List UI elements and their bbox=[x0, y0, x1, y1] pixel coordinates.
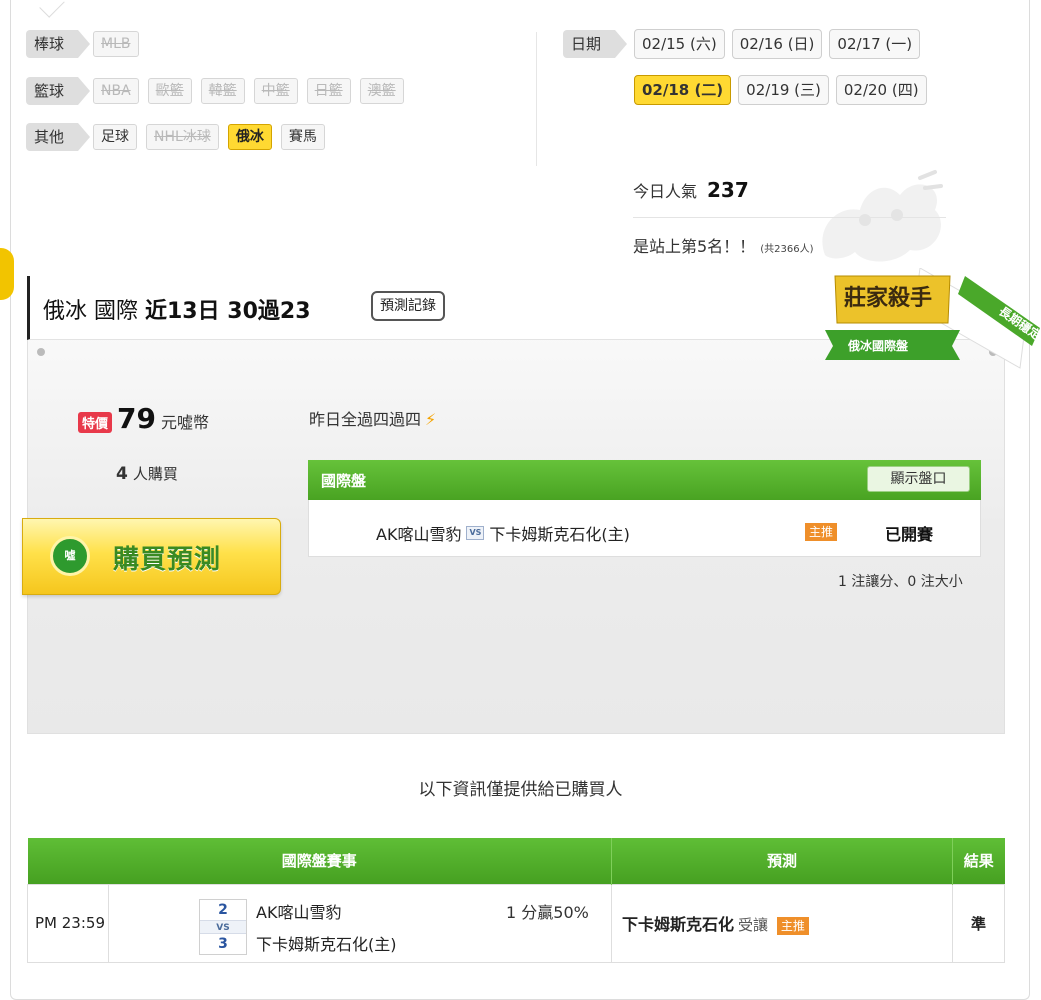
rank-label: 是站上第5名！！ bbox=[633, 237, 756, 256]
buy-prediction-button[interactable]: 噓 購買預測 bbox=[22, 518, 281, 595]
header-match: 國際盤賽事 bbox=[27, 838, 612, 884]
buyers-count: 4 人購買 bbox=[116, 463, 178, 484]
prediction-main-badge: 主推 bbox=[776, 917, 809, 935]
decorative-figure-icon bbox=[822, 170, 943, 262]
price-value: 79 bbox=[117, 402, 156, 435]
sport-tab-horse-racing[interactable]: 賽馬 bbox=[280, 124, 325, 150]
rank-text: 是站上第5名！！ (共2366人) bbox=[633, 233, 814, 257]
date-label-wrap: 日期 bbox=[563, 30, 628, 58]
main-pick-badge: 主推 bbox=[805, 523, 838, 541]
spread-result: 1 分贏50% bbox=[506, 902, 589, 922]
yesterday-text: 昨日全過四過四 bbox=[309, 410, 422, 429]
score-away: 2 bbox=[218, 901, 228, 918]
boo-coin-icon: 噓 bbox=[50, 536, 90, 576]
score-box: 2 VS 3 bbox=[199, 898, 247, 955]
price-block: 特價 79 元噓幣 bbox=[78, 402, 209, 435]
lightning-icon: ⚡ bbox=[425, 410, 437, 429]
score-vs-icon: VS bbox=[200, 919, 246, 934]
rivet-left bbox=[37, 348, 45, 356]
popularity: 今日人氣 237 bbox=[633, 178, 749, 202]
result-cell: 準 bbox=[952, 883, 1005, 963]
sport-tab-australia-basketball[interactable]: 澳籃 bbox=[359, 78, 404, 104]
page-title: 俄冰 國際 近13日 30過23 bbox=[43, 293, 311, 325]
sport-tab-mlb[interactable]: MLB bbox=[93, 31, 139, 57]
date-0220[interactable]: 02/20 (四) bbox=[835, 75, 927, 105]
rank-total: (共2366人) bbox=[760, 244, 814, 255]
market-team-away: AK喀山雪豹 bbox=[376, 525, 462, 544]
buyers-label: 人購買 bbox=[132, 465, 178, 483]
popularity-value: 237 bbox=[707, 178, 749, 202]
team-away: AK喀山雪豹 bbox=[256, 902, 342, 922]
match-time: PM 23:59 bbox=[27, 883, 109, 963]
category-row-basketball: 籃球 NBA 歐籃 韓籃 中籃 日籃 澳籃 bbox=[26, 77, 404, 105]
sport-tab-nba[interactable]: NBA bbox=[93, 78, 139, 104]
category-label-basketball: 籃球 bbox=[26, 77, 91, 105]
bets-summary: 1 注讓分、0 注大小 bbox=[838, 574, 963, 590]
market-matchup: AK喀山雪豹 VS 下卡姆斯克石化(主) bbox=[376, 521, 630, 545]
buy-prediction-label: 購買預測 bbox=[113, 545, 222, 575]
date-0216[interactable]: 02/16 (日) bbox=[731, 29, 823, 59]
results-table: 國際盤賽事 預測 結果 PM 23:59 2 VS 3 AK喀山雪豹 下卡姆斯克… bbox=[27, 838, 1005, 963]
prediction-team: 下卡姆斯克石化 bbox=[622, 915, 735, 934]
side-coin-decoration bbox=[0, 248, 14, 300]
table-row: PM 23:59 2 VS 3 AK喀山雪豹 下卡姆斯克石化(主) 1 分贏50… bbox=[27, 883, 1005, 963]
match-cell: 2 VS 3 AK喀山雪豹 下卡姆斯克石化(主) 1 分贏50% bbox=[108, 883, 612, 963]
category-label-other: 其他 bbox=[26, 123, 91, 151]
category-row-baseball: 棒球 MLB bbox=[26, 30, 139, 58]
yesterday-result: 昨日全過四過四 ⚡ bbox=[309, 406, 436, 430]
match-status: 已開賽 bbox=[885, 525, 934, 544]
buyers-number: 4 bbox=[116, 464, 128, 484]
badge-title: 莊家殺手 bbox=[844, 285, 932, 311]
date-0218[interactable]: 02/18 (二) bbox=[634, 75, 732, 105]
title-record: 近13日 30過23 bbox=[145, 299, 311, 324]
date-0217[interactable]: 02/17 (一) bbox=[829, 29, 921, 59]
title-prefix: 俄冰 國際 bbox=[43, 299, 145, 324]
sport-tab-korea-basketball[interactable]: 韓籃 bbox=[200, 78, 245, 104]
date-0215[interactable]: 02/15 (六) bbox=[634, 29, 725, 59]
header-result: 結果 bbox=[952, 838, 1005, 884]
price-unit: 元噓幣 bbox=[160, 413, 209, 432]
badge-subtitle: 俄冰國際盤 bbox=[847, 338, 909, 353]
bookmaker-killer-badge-icon: 長期穩定 莊家殺手 俄冰國際盤 bbox=[825, 268, 1040, 369]
sport-tab-russia-hockey[interactable]: 俄冰 bbox=[227, 124, 272, 150]
purchaser-notice: 以下資訊僅提供給已購買人 bbox=[418, 780, 623, 800]
date-row-1: 02/15 (六) 02/16 (日) 02/17 (一) bbox=[634, 29, 921, 59]
sport-tab-euro-basketball[interactable]: 歐籃 bbox=[147, 78, 192, 104]
market-title: 國際盤 bbox=[321, 472, 367, 490]
team-home: 下卡姆斯克石化(主) bbox=[256, 934, 397, 954]
category-row-other: 其他 足球 NHL冰球 俄冰 賽馬 bbox=[26, 123, 325, 151]
sport-tab-nhl[interactable]: NHL冰球 bbox=[146, 124, 219, 150]
sport-tab-japan-basketball[interactable]: 日籃 bbox=[306, 78, 351, 104]
market-team-home: 下卡姆斯克石化(主) bbox=[489, 525, 630, 544]
date-label: 日期 bbox=[563, 30, 628, 58]
date-0219[interactable]: 02/19 (三) bbox=[738, 75, 829, 105]
date-row-2: 02/18 (二) 02/19 (三) 02/20 (四) bbox=[634, 75, 927, 105]
score-home: 3 bbox=[218, 935, 228, 952]
frame-notch bbox=[39, 0, 65, 18]
prediction-record-button[interactable]: 預測記錄 bbox=[371, 291, 445, 321]
sport-tab-soccer[interactable]: 足球 bbox=[93, 124, 138, 150]
popularity-divider bbox=[633, 217, 946, 218]
show-odds-button[interactable]: 顯示盤口 bbox=[867, 466, 970, 492]
header-prediction: 預測 bbox=[611, 838, 953, 884]
prediction-cell: 下卡姆斯克石化 受讓 主推 bbox=[611, 883, 953, 963]
prediction-type: 受讓 bbox=[738, 916, 769, 934]
sport-tab-china-basketball[interactable]: 中籃 bbox=[253, 78, 298, 104]
section-divider bbox=[536, 32, 537, 166]
vs-icon: VS bbox=[466, 526, 485, 540]
special-price-tag: 特價 bbox=[78, 412, 113, 433]
popularity-label: 今日人氣 bbox=[633, 182, 698, 201]
category-label-baseball: 棒球 bbox=[26, 30, 91, 58]
